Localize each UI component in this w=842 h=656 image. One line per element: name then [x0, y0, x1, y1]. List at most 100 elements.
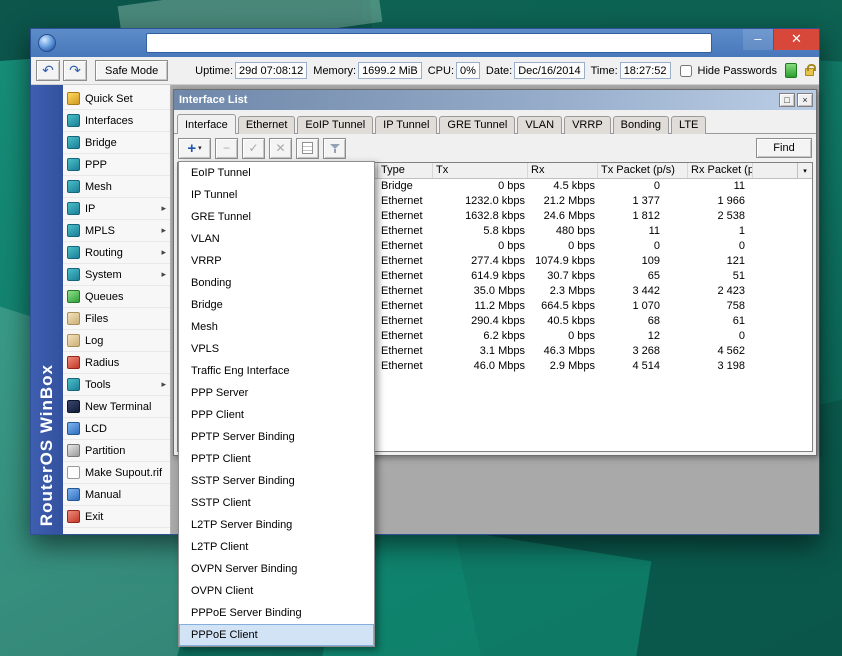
tab-ethernet[interactable]: Ethernet: [238, 116, 296, 134]
interface-tabs: Interface Ethernet EoIP Tunnel IP Tunnel…: [174, 110, 816, 134]
tab-interface[interactable]: Interface: [177, 114, 236, 134]
system-icon: [67, 268, 80, 281]
cell-rx-packet: 61: [688, 314, 753, 329]
sidebar-item-bridge[interactable]: Bridge: [63, 132, 170, 154]
menu-item-ppp-client[interactable]: PPP Client: [179, 404, 374, 426]
menu-item-bonding[interactable]: Bonding: [179, 272, 374, 294]
add-interface-button[interactable]: + ▾: [178, 138, 211, 159]
menu-item-traffic-eng-interface[interactable]: Traffic Eng Interface: [179, 360, 374, 382]
main-toolbar: ↶ ↷ Safe Mode Uptime: 29d 07:08:12 Memor…: [31, 57, 819, 85]
check-icon: ✓: [248, 142, 258, 154]
interface-list-title: Interface List: [177, 94, 247, 106]
menu-item-mesh[interactable]: Mesh: [179, 316, 374, 338]
tab-ip-tunnel[interactable]: IP Tunnel: [375, 116, 437, 134]
cross-icon: ✕: [275, 142, 285, 154]
menu-item-ovpn-server-binding[interactable]: OVPN Server Binding: [179, 558, 374, 580]
column-chooser-button[interactable]: ▾: [797, 163, 812, 179]
undo-button[interactable]: ↶: [36, 60, 60, 81]
filter-button[interactable]: [323, 138, 346, 159]
tab-gre-tunnel[interactable]: GRE Tunnel: [439, 116, 515, 134]
disable-button[interactable]: ✕: [269, 138, 292, 159]
mpls-icon: [67, 224, 80, 237]
column-header-rx-packet[interactable]: Rx Packet (p/s): [688, 163, 753, 178]
hide-passwords-checkbox[interactable]: [680, 65, 692, 77]
restore-button[interactable]: □: [779, 93, 795, 107]
sidebar-item-exit[interactable]: Exit: [63, 506, 170, 528]
remove-button[interactable]: −: [215, 138, 238, 159]
menu-item-pptp-server-binding[interactable]: PPTP Server Binding: [179, 426, 374, 448]
redo-icon: ↷: [69, 62, 81, 79]
menu-item-eoip-tunnel[interactable]: EoIP Tunnel: [179, 162, 374, 184]
sidebar-item-system[interactable]: System ▸: [63, 264, 170, 286]
cell-tx: 0 bps: [433, 239, 528, 254]
window-titlebar[interactable]: – ✕: [31, 29, 819, 57]
menu-item-pppoe-client[interactable]: PPPoE Client: [179, 624, 374, 646]
menu-item-ovpn-client[interactable]: OVPN Client: [179, 580, 374, 602]
column-header-type[interactable]: Type: [378, 163, 433, 178]
menu-item-pptp-client[interactable]: PPTP Client: [179, 448, 374, 470]
date-label: Date:: [486, 65, 512, 77]
tab-vrrp[interactable]: VRRP: [564, 116, 611, 134]
menu-item-ppp-server[interactable]: PPP Server: [179, 382, 374, 404]
sidebar-item-tools[interactable]: Tools ▸: [63, 374, 170, 396]
comment-button[interactable]: [296, 138, 319, 159]
redo-button[interactable]: ↷: [63, 60, 87, 81]
sidebar-item-manual[interactable]: Manual: [63, 484, 170, 506]
menu-item-vlan[interactable]: VLAN: [179, 228, 374, 250]
menu-item-l2tp-client[interactable]: L2TP Client: [179, 536, 374, 558]
connection-status-icon: [785, 63, 797, 78]
plus-icon: +: [187, 141, 196, 156]
sidebar-item-make-supout[interactable]: Make Supout.rif: [63, 462, 170, 484]
tab-lte[interactable]: LTE: [671, 116, 706, 134]
sidebar-item-files[interactable]: Files: [63, 308, 170, 330]
column-header-rx[interactable]: Rx: [528, 163, 598, 178]
menu-item-vpls[interactable]: VPLS: [179, 338, 374, 360]
menu-item-sstp-client[interactable]: SSTP Client: [179, 492, 374, 514]
menu-item-sstp-server-binding[interactable]: SSTP Server Binding: [179, 470, 374, 492]
menu-item-vrrp[interactable]: VRRP: [179, 250, 374, 272]
cell-type: Ethernet: [378, 329, 433, 344]
sidebar-item-radius[interactable]: Radius: [63, 352, 170, 374]
quick-set-icon: [67, 92, 80, 105]
session-title-input[interactable]: [146, 33, 712, 53]
cell-type: Ethernet: [378, 284, 433, 299]
log-icon: [67, 334, 80, 347]
column-header-tx[interactable]: Tx: [433, 163, 528, 178]
sidebar-item-interfaces[interactable]: Interfaces: [63, 110, 170, 132]
sidebar-item-new-terminal[interactable]: New Terminal: [63, 396, 170, 418]
sidebar-item-ppp[interactable]: PPP: [63, 154, 170, 176]
hide-passwords-label: Hide Passwords: [698, 65, 777, 77]
sidebar-item-lcd[interactable]: LCD: [63, 418, 170, 440]
sidebar-item-partition[interactable]: Partition: [63, 440, 170, 462]
manual-icon: [67, 488, 80, 501]
interfaces-icon: [67, 114, 80, 127]
sidebar-item-quick-set[interactable]: Quick Set: [63, 88, 170, 110]
sidebar-item-log[interactable]: Log: [63, 330, 170, 352]
safe-mode-button[interactable]: Safe Mode: [95, 60, 168, 81]
window-body: RouterOS WinBox Quick Set Interfaces Bri…: [31, 85, 819, 534]
menu-item-pppoe-server-binding[interactable]: PPPoE Server Binding: [179, 602, 374, 624]
menu-item-ip-tunnel[interactable]: IP Tunnel: [179, 184, 374, 206]
tab-eoip-tunnel[interactable]: EoIP Tunnel: [297, 116, 373, 134]
menu-item-bridge[interactable]: Bridge: [179, 294, 374, 316]
sidebar-item-mesh[interactable]: Mesh: [63, 176, 170, 198]
find-button[interactable]: Find: [756, 138, 812, 158]
interface-list-titlebar[interactable]: Interface List □ ×: [174, 90, 816, 110]
sidebar-item-queues[interactable]: Queues: [63, 286, 170, 308]
tab-vlan[interactable]: VLAN: [517, 116, 562, 134]
column-header-tx-packet[interactable]: Tx Packet (p/s): [598, 163, 688, 178]
caption-buttons: – ✕: [743, 29, 819, 50]
sidebar-item-mpls[interactable]: MPLS ▸: [63, 220, 170, 242]
enable-button[interactable]: ✓: [242, 138, 265, 159]
minimize-button[interactable]: –: [743, 29, 773, 50]
close-button[interactable]: ✕: [773, 29, 819, 50]
files-icon: [67, 312, 80, 325]
cell-tx: 277.4 kbps: [433, 254, 528, 269]
menu-item-l2tp-server-binding[interactable]: L2TP Server Binding: [179, 514, 374, 536]
close-child-button[interactable]: ×: [797, 93, 813, 107]
tab-bonding[interactable]: Bonding: [613, 116, 669, 134]
cell-tx-packet: 1 812: [598, 209, 688, 224]
sidebar-item-ip[interactable]: IP ▸: [63, 198, 170, 220]
menu-item-gre-tunnel[interactable]: GRE Tunnel: [179, 206, 374, 228]
sidebar-item-routing[interactable]: Routing ▸: [63, 242, 170, 264]
